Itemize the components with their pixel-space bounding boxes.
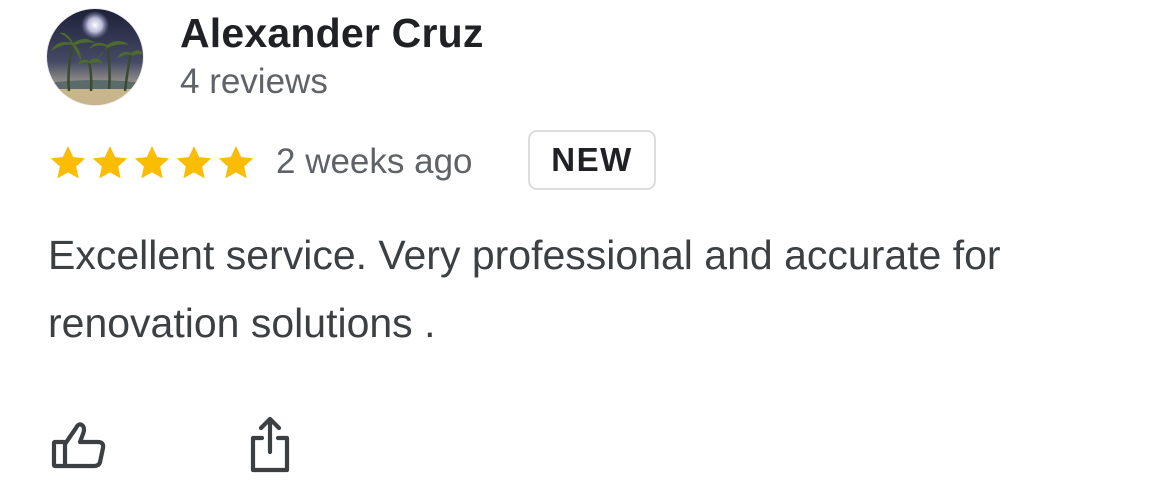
review-time: 2 weeks ago xyxy=(276,142,473,181)
star-icon xyxy=(218,146,254,179)
new-badge: NEW xyxy=(528,130,656,190)
star-icon xyxy=(50,146,86,179)
avatar-image xyxy=(47,9,143,105)
share-button[interactable] xyxy=(242,414,298,476)
star-rating xyxy=(48,143,256,183)
author-review-count: 4 reviews xyxy=(180,62,328,101)
author-name[interactable]: Alexander Cruz xyxy=(180,10,484,57)
review-text: Excellent service. Very professional and… xyxy=(48,232,1001,346)
share-icon xyxy=(250,416,290,473)
star-icon xyxy=(92,146,128,179)
like-button[interactable] xyxy=(48,414,110,476)
review-card: Alexander Cruz 4 reviews 2 weeks ago NEW… xyxy=(0,0,1176,503)
star-icon xyxy=(134,146,170,179)
thumbs-up-icon xyxy=(51,422,106,469)
avatar[interactable] xyxy=(47,9,143,105)
star-icon xyxy=(176,146,212,179)
